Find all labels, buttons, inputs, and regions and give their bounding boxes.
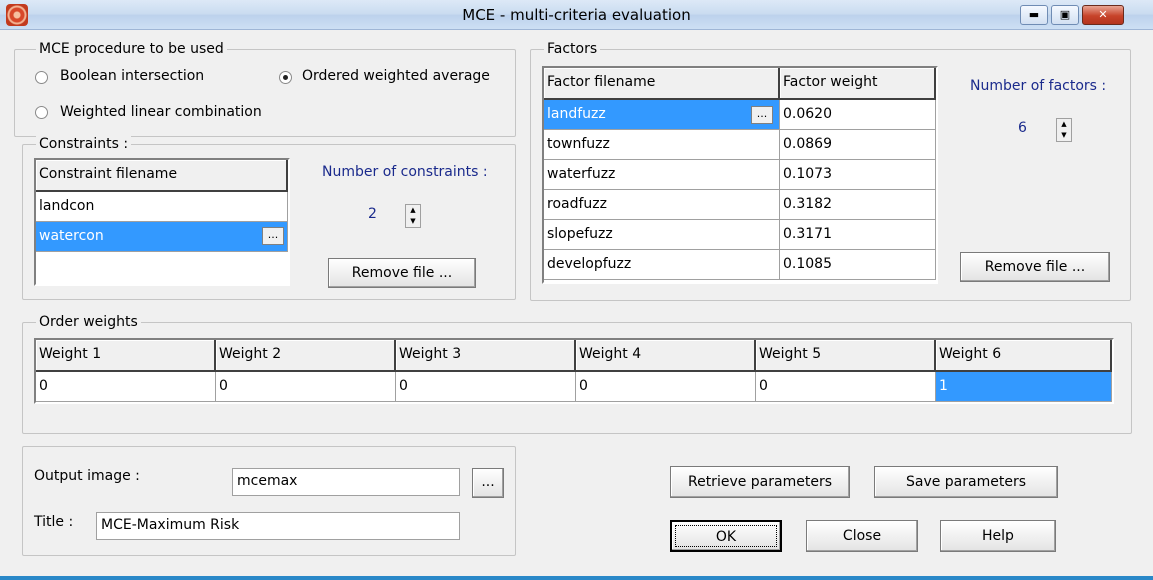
constraint-browse-button[interactable]: ... bbox=[262, 227, 284, 245]
procedure-group bbox=[14, 49, 516, 137]
constraints-header[interactable]: Constraint filename bbox=[36, 160, 288, 192]
factor-weight-cell[interactable]: 0.0620 bbox=[780, 100, 936, 130]
factor-name-cell[interactable]: roadfuzz bbox=[544, 190, 780, 220]
factor-name-cell[interactable]: townfuzz bbox=[544, 130, 780, 160]
procedure-group-label: MCE procedure to be used bbox=[36, 40, 227, 58]
constraints-grid: Constraint filename landcon watercon ... bbox=[34, 158, 290, 286]
factor-name-cell[interactable]: waterfuzz bbox=[544, 160, 780, 190]
factor-weight-cell[interactable]: 0.1073 bbox=[780, 160, 936, 190]
constraint-row-selected[interactable]: watercon bbox=[36, 222, 288, 252]
weight-header[interactable]: Weight 5 bbox=[756, 340, 936, 372]
radio-boolean-intersection-label: Boolean intersection bbox=[60, 68, 205, 84]
radio-ordered-weighted-average-label: Ordered weighted average bbox=[302, 68, 490, 84]
save-parameters-button[interactable]: Save parameters bbox=[874, 466, 1058, 498]
constraints-count-spinner[interactable]: ▲ ▼ bbox=[405, 204, 421, 228]
weight-header[interactable]: Weight 1 bbox=[36, 340, 216, 372]
factor-name-cell[interactable]: slopefuzz bbox=[544, 220, 780, 250]
weight-header[interactable]: Weight 4 bbox=[576, 340, 756, 372]
minimize-icon[interactable]: ▬ bbox=[1020, 5, 1048, 25]
weight-header[interactable]: Weight 6 bbox=[936, 340, 1112, 372]
constraint-row[interactable]: landcon bbox=[36, 192, 288, 222]
radio-weighted-linear-combination[interactable] bbox=[35, 106, 48, 119]
title-input[interactable]: MCE-Maximum Risk bbox=[96, 512, 460, 540]
retrieve-parameters-button[interactable]: Retrieve parameters bbox=[670, 466, 850, 498]
spin-up-icon[interactable]: ▲ bbox=[1057, 119, 1071, 130]
factors-group-label: Factors bbox=[544, 40, 601, 58]
factor-browse-button[interactable]: ... bbox=[751, 106, 773, 124]
factors-count-value: 6 bbox=[1018, 120, 1027, 136]
weight-value-cell[interactable]: 0 bbox=[756, 372, 936, 402]
weight-value-cell-selected[interactable]: 1 bbox=[936, 372, 1112, 402]
factor-filename-header[interactable]: Factor filename bbox=[544, 68, 780, 100]
order-weights-grid: Weight 1 Weight 2 Weight 3 Weight 4 Weig… bbox=[34, 338, 1114, 404]
spin-down-icon[interactable]: ▼ bbox=[1057, 130, 1071, 141]
spin-down-icon[interactable]: ▼ bbox=[406, 216, 420, 227]
radio-weighted-linear-combination-label: Weighted linear combination bbox=[60, 104, 262, 120]
help-button[interactable]: Help bbox=[940, 520, 1056, 552]
constraints-group-label: Constraints : bbox=[36, 135, 132, 153]
weight-header[interactable]: Weight 2 bbox=[216, 340, 396, 372]
output-browse-button[interactable]: ... bbox=[472, 468, 504, 498]
factor-weight-cell[interactable]: 0.1085 bbox=[780, 250, 936, 280]
factors-count-spinner[interactable]: ▲ ▼ bbox=[1056, 118, 1072, 142]
factors-remove-button[interactable]: Remove file ... bbox=[960, 252, 1110, 282]
factor-name-cell[interactable]: developfuzz bbox=[544, 250, 780, 280]
maximize-icon[interactable]: ▣ bbox=[1051, 5, 1079, 25]
window-bottom-border bbox=[0, 576, 1153, 580]
factor-weight-cell[interactable]: 0.3182 bbox=[780, 190, 936, 220]
factor-weight-header[interactable]: Factor weight bbox=[780, 68, 936, 100]
constraints-remove-button[interactable]: Remove file ... bbox=[328, 258, 476, 288]
radio-boolean-intersection[interactable] bbox=[35, 71, 48, 84]
close-button[interactable]: Close bbox=[806, 520, 918, 552]
close-icon[interactable]: ✕ bbox=[1082, 5, 1124, 25]
radio-ordered-weighted-average[interactable] bbox=[279, 71, 292, 84]
weight-header[interactable]: Weight 3 bbox=[396, 340, 576, 372]
spin-up-icon[interactable]: ▲ bbox=[406, 205, 420, 216]
factor-name-cell[interactable]: landfuzz bbox=[544, 100, 780, 130]
title-label: Title : bbox=[34, 514, 74, 530]
weight-value-cell[interactable]: 0 bbox=[396, 372, 576, 402]
ok-button[interactable]: OK bbox=[670, 520, 782, 552]
factors-count-label: Number of factors : bbox=[970, 78, 1107, 94]
weight-value-cell[interactable]: 0 bbox=[576, 372, 756, 402]
constraints-count-label: Number of constraints : bbox=[322, 164, 488, 180]
output-image-input[interactable]: mcemax bbox=[232, 468, 460, 496]
order-weights-group-label: Order weights bbox=[36, 313, 141, 331]
weight-value-cell[interactable]: 0 bbox=[36, 372, 216, 402]
constraints-count-value: 2 bbox=[368, 206, 377, 222]
factors-grid: Factor filename Factor weight landfuzz .… bbox=[542, 66, 938, 284]
output-image-label: Output image : bbox=[34, 468, 140, 484]
factor-weight-cell[interactable]: 0.0869 bbox=[780, 130, 936, 160]
factor-weight-cell[interactable]: 0.3171 bbox=[780, 220, 936, 250]
window-title: MCE - multi-criteria evaluation bbox=[462, 6, 691, 24]
weight-value-cell[interactable]: 0 bbox=[216, 372, 396, 402]
